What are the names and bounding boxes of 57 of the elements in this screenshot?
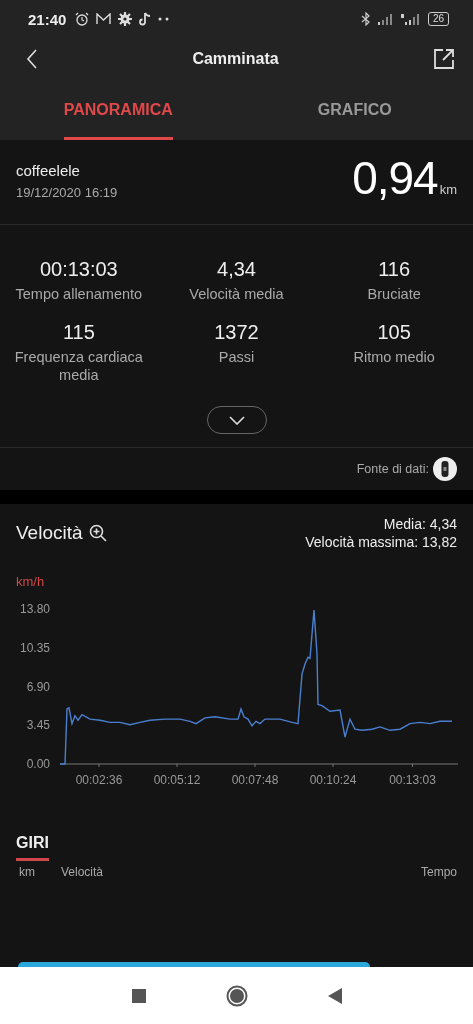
data-source-label: Fonte di dati: <box>356 462 429 476</box>
back-icon[interactable] <box>26 49 38 69</box>
x-tick-label: 00:10:24 <box>309 773 357 787</box>
stat-value: 1372 <box>214 321 259 344</box>
axis-unit: km/h <box>15 573 46 589</box>
signal-icon <box>377 13 394 25</box>
expand-button[interactable] <box>206 406 267 434</box>
music-note-icon <box>139 12 152 26</box>
alarm-icon <box>75 12 90 26</box>
column-header: Tempo <box>420 865 457 879</box>
stat-label: Ritmo medio <box>353 348 435 366</box>
stat-value: 00:13:03 <box>39 258 118 281</box>
zoom-in-icon[interactable] <box>88 524 107 542</box>
column-header: Velocità <box>61 865 104 879</box>
page-title: Camminata <box>192 50 279 68</box>
chevron-down-icon <box>228 415 245 425</box>
stat-label: Velocità media <box>189 285 284 303</box>
user-name: coffeelele <box>16 162 81 179</box>
y-tick-label: 10.35 <box>19 640 50 655</box>
y-tick-label: 13.80 <box>19 602 50 616</box>
stat-value: 4,34 <box>217 258 256 281</box>
section-title: GIRI <box>16 834 49 861</box>
x-tick-label: 00:07:48 <box>231 773 279 787</box>
x-tick-label: 00:02:36 <box>75 773 123 787</box>
stat-label: Bruciate <box>367 285 421 303</box>
stat-label: Frequenza cardiaca media <box>13 348 144 384</box>
more-icon <box>158 17 171 21</box>
stat-label: Tempo allenamento <box>15 285 143 303</box>
distance-value: 0,94 <box>352 156 438 200</box>
stat-label: Passi <box>218 348 255 366</box>
tab[interactable]: GRAFICO <box>236 80 473 140</box>
bluetooth-icon <box>360 12 371 26</box>
watch-icon[interactable] <box>433 457 457 481</box>
home-icon[interactable] <box>225 984 248 1007</box>
signal-icon <box>400 13 421 25</box>
distance-unit: km <box>439 182 457 197</box>
y-tick-label: 0.00 <box>26 757 50 771</box>
section-title: Velocità <box>16 522 83 544</box>
column-header: km <box>19 865 35 879</box>
stat-value: 105 <box>377 321 411 344</box>
max-speed: Velocità massima: 13,82 <box>305 534 457 550</box>
y-tick-label: 6.90 <box>26 679 50 694</box>
x-tick-label: 00:05:12 <box>153 773 201 787</box>
x-tick-label: 00:13:03 <box>389 773 436 787</box>
back-icon[interactable] <box>327 987 342 1004</box>
stat-value: 116 <box>378 258 411 281</box>
tab[interactable]: PANORAMICA <box>0 80 237 140</box>
recents-icon[interactable] <box>131 988 146 1003</box>
workout-date: 19/12/2020 16:19 <box>16 185 118 200</box>
share-icon[interactable] <box>433 48 455 70</box>
gear-icon <box>118 12 133 26</box>
battery-indicator: 26 <box>427 12 449 26</box>
status-time: 21:40 <box>28 10 67 28</box>
mail-icon <box>96 13 112 25</box>
stat-value: 115 <box>62 321 95 344</box>
average-speed: Media: 4,34 <box>383 516 457 532</box>
y-tick-label: 3.45 <box>26 718 50 733</box>
